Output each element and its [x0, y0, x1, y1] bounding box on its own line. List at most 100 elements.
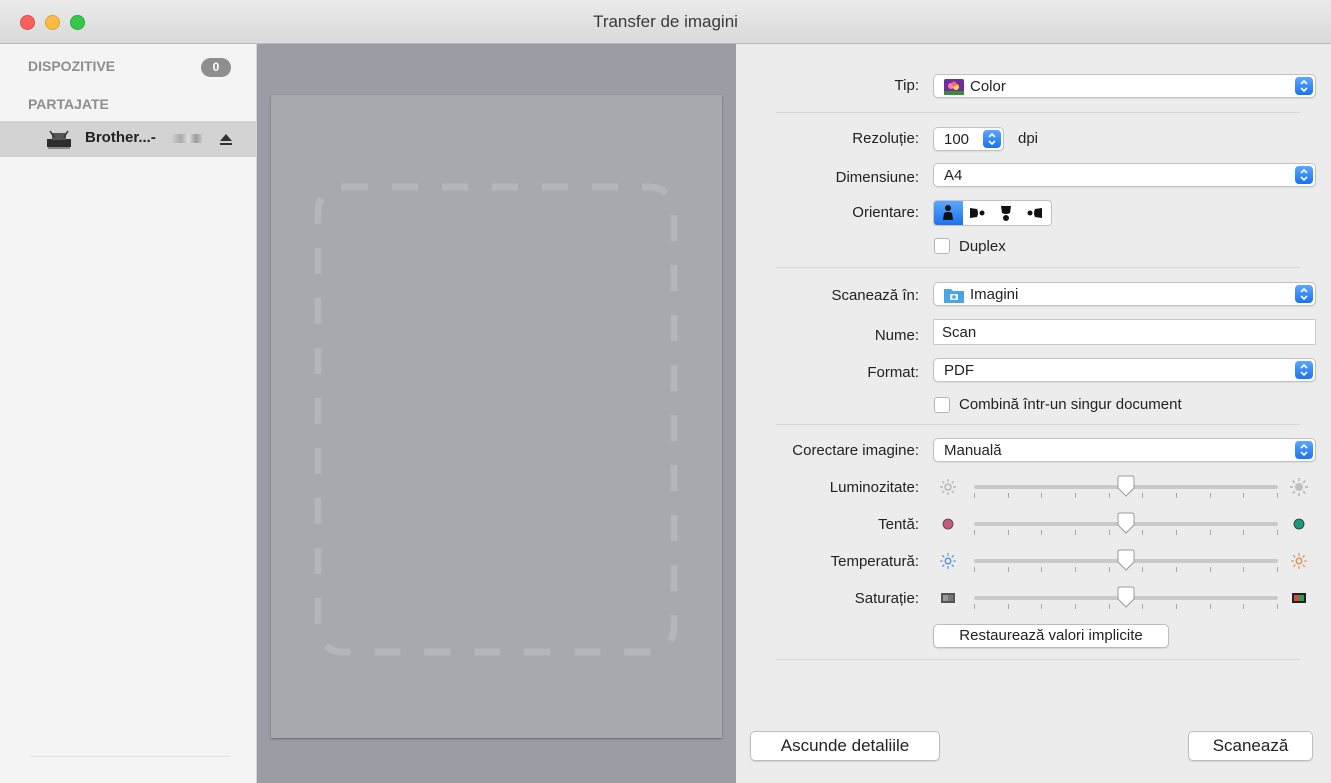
device-name: Brother...-	[85, 129, 156, 146]
image-correction-label: Corectare imagine:	[792, 442, 919, 459]
size-popup-arrows-icon	[1295, 166, 1313, 184]
saturation-label: Saturație:	[854, 590, 919, 607]
type-popup[interactable]: Color	[933, 74, 1316, 98]
image-correction-value: Manuală	[944, 442, 1002, 459]
saturation-low-icon	[941, 593, 955, 603]
slider-tick	[1041, 604, 1042, 609]
type-value: Color	[970, 78, 1006, 95]
name-label: Nume:	[874, 327, 919, 344]
slider-tick	[1109, 493, 1110, 498]
slider-tick	[1075, 604, 1076, 609]
resolution-label: Rezoluție:	[852, 130, 919, 147]
device-name-redacted	[172, 134, 202, 143]
orientation-upside-down-button[interactable]	[992, 201, 1021, 225]
scan-to-popup-arrows-icon	[1295, 285, 1313, 303]
size-popup[interactable]: A4	[933, 163, 1316, 187]
scanner-icon	[47, 130, 71, 149]
slider-tick	[1142, 530, 1143, 535]
slider-tick	[1210, 530, 1211, 535]
brightness-row: Luminozitate:	[736, 472, 1331, 502]
slider-tick	[974, 530, 975, 535]
slider-tick	[1176, 493, 1177, 498]
sidebar-item-brother-scanner[interactable]: Brother...-	[0, 121, 256, 157]
slider-tick	[1109, 530, 1110, 535]
restore-defaults-button[interactable]: Restaurează valori implicite	[933, 624, 1169, 648]
combine-label: Combină într-un singur document	[959, 396, 1182, 413]
slider-tick	[1041, 567, 1042, 572]
slider-tick	[1243, 567, 1244, 572]
slider-tick	[1210, 604, 1211, 609]
hide-details-button[interactable]: Ascunde detaliile	[750, 731, 940, 761]
brightness-high-icon	[1290, 478, 1308, 496]
separator	[776, 267, 1300, 268]
slider-tick	[1176, 567, 1177, 572]
orientation-landscape-left-button[interactable]	[963, 201, 992, 225]
type-label: Tip:	[894, 77, 919, 94]
slider-tick	[1008, 530, 1009, 535]
settings-panel: Tip: Color Rezoluție: 100 dpi Dimensiune…	[736, 44, 1331, 783]
temperature-row: Temperatură:	[736, 546, 1331, 576]
preview-page	[271, 95, 722, 738]
title-bar: Transfer de imagini	[0, 0, 1331, 44]
orientation-portrait-button[interactable]	[934, 201, 963, 225]
saturation-high-icon	[1292, 593, 1306, 603]
slider-tick	[1008, 493, 1009, 498]
resolution-popup[interactable]: 100	[933, 127, 1004, 151]
slider-tick	[1243, 530, 1244, 535]
size-label: Dimensiune:	[835, 169, 919, 186]
tint-row: Tentă:	[736, 509, 1331, 539]
duplex-checkbox[interactable]	[934, 238, 950, 254]
format-popup[interactable]: PDF	[933, 358, 1316, 382]
format-popup-arrows-icon	[1295, 361, 1313, 379]
resolution-popup-arrows-icon	[983, 130, 1001, 148]
format-label: Format:	[867, 364, 919, 381]
orientation-landscape-right-button[interactable]	[1021, 201, 1050, 225]
scan-button[interactable]: Scanează	[1188, 731, 1313, 761]
tint-label: Tentă:	[878, 516, 919, 533]
slider-tick	[1008, 567, 1009, 572]
brightness-label: Luminozitate:	[829, 479, 919, 496]
tint-slider-knob[interactable]	[1117, 512, 1135, 534]
slider-tick	[974, 493, 975, 498]
combine-checkbox[interactable]	[934, 397, 950, 413]
slider-tick	[1210, 567, 1211, 572]
saturation-slider-knob[interactable]	[1117, 586, 1135, 608]
slider-tick	[1142, 604, 1143, 609]
slider-tick	[974, 567, 975, 572]
separator	[776, 112, 1300, 113]
devices-count-badge: 0	[201, 58, 231, 77]
image-correction-popup[interactable]: Manuală	[933, 438, 1316, 462]
size-value: A4	[944, 167, 963, 184]
slider-tick	[1075, 493, 1076, 498]
scan-preview-area[interactable]	[257, 44, 736, 783]
slider-tick	[1176, 530, 1177, 535]
slider-tick	[1243, 493, 1244, 498]
eject-icon[interactable]	[218, 131, 234, 147]
slider-tick	[1041, 493, 1042, 498]
slider-tick	[1142, 567, 1143, 572]
slider-tick	[1142, 493, 1143, 498]
slider-tick	[1075, 567, 1076, 572]
slider-tick	[1277, 493, 1278, 498]
sidebar-divider	[30, 756, 230, 757]
slider-tick	[1109, 604, 1110, 609]
brightness-slider-knob[interactable]	[1117, 475, 1135, 497]
format-value: PDF	[944, 362, 974, 379]
slider-tick	[1277, 567, 1278, 572]
duplex-label: Duplex	[959, 238, 1006, 255]
scan-region-frame	[314, 183, 678, 656]
slider-tick	[1176, 604, 1177, 609]
slider-tick	[1277, 604, 1278, 609]
name-field[interactable]: Scan	[933, 319, 1316, 345]
slider-tick	[1210, 493, 1211, 498]
temperature-slider-knob[interactable]	[1117, 549, 1135, 571]
resolution-value: 100	[944, 131, 970, 148]
slider-tick	[974, 604, 975, 609]
temperature-label: Temperatură:	[830, 553, 919, 570]
portrait-person-icon	[943, 205, 953, 220]
scan-to-label: Scanează în:	[831, 287, 919, 304]
landscape-right-person-icon	[1027, 208, 1042, 218]
landscape-left-person-icon	[970, 208, 985, 218]
tint-green-icon	[1293, 518, 1305, 530]
scan-to-popup[interactable]: Imagini	[933, 282, 1316, 306]
